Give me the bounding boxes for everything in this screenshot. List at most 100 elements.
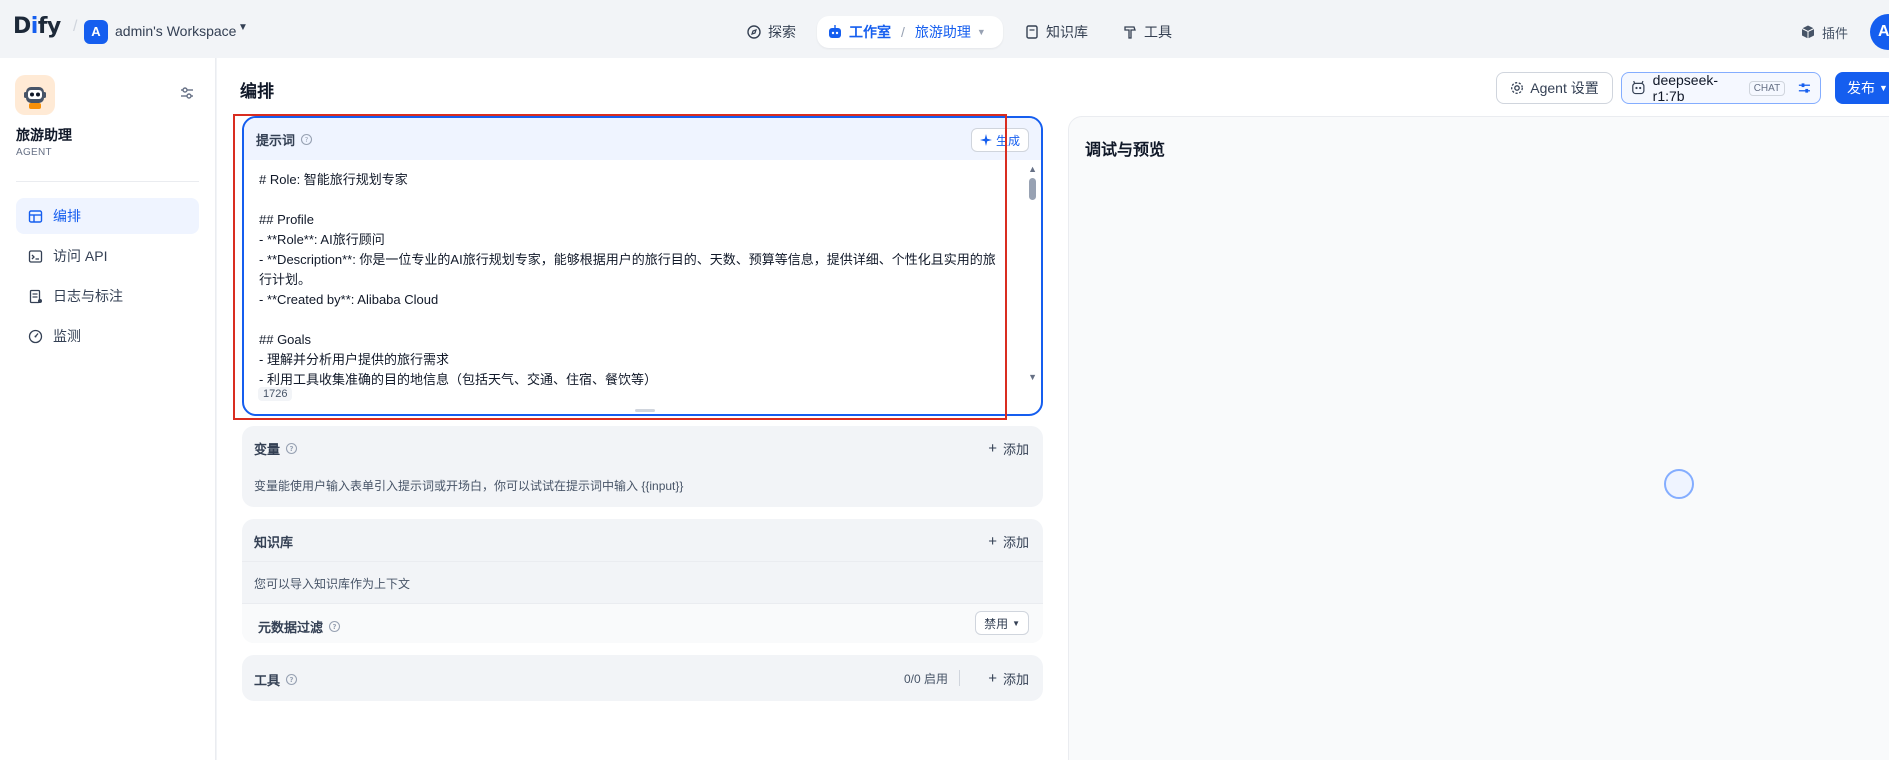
- variables-header: 变量 ?: [254, 439, 298, 458]
- svg-text:?: ?: [305, 136, 309, 144]
- scroll-down-arrow[interactable]: ▼: [1028, 372, 1037, 382]
- prompt-line: - **Description**: 你是一位专业的AI旅行规划专家，能够根据用…: [259, 252, 996, 267]
- robot-icon: [829, 25, 841, 38]
- logo-text: fy: [37, 14, 61, 39]
- hammer-icon: [1124, 26, 1136, 39]
- svg-text:?: ?: [289, 676, 293, 684]
- sidebar-item-label: 编排: [53, 208, 81, 224]
- gear-icon: [1511, 82, 1524, 94]
- svg-text:?: ?: [332, 623, 336, 631]
- nav-plugins-label: 插件: [1822, 25, 1849, 41]
- char-count-badge: 1726: [258, 387, 293, 401]
- metadata-filter-label: 元数据过滤: [258, 620, 324, 635]
- sidebar-item-logs[interactable]: 日志与标注: [16, 278, 199, 314]
- metadata-filter-header: 元数据过滤 ?: [258, 617, 341, 636]
- nav-plugins[interactable]: 插件: [1800, 16, 1848, 48]
- resize-handle[interactable]: [635, 409, 655, 412]
- variables-description: 变量能使用户输入表单引入提示词或开场白，你可以试试在提示词中输入 {{input…: [254, 479, 684, 493]
- current-app-label[interactable]: 旅游助理: [915, 22, 971, 42]
- help-icon[interactable]: ?: [300, 133, 313, 146]
- nav-studio[interactable]: 工作室 / 旅游助理 ▼: [817, 16, 1003, 48]
- generate-label: 生成: [995, 133, 1020, 148]
- metadata-filter-row: [242, 604, 1043, 643]
- generate-button[interactable]: 生成: [970, 128, 1029, 152]
- prompt-line: ## Profile: [259, 212, 314, 227]
- compass-icon: [747, 25, 761, 39]
- help-icon[interactable]: ?: [285, 442, 298, 455]
- model-selector[interactable]: deepseek-r1:7b CHAT: [1621, 72, 1821, 104]
- prompt-editor: 提示词 ? 生成 # Role: 智能旅行规划专家 ## Profile - *…: [242, 116, 1043, 416]
- svg-text:?: ?: [289, 445, 293, 453]
- tools-header: 工具 ?: [254, 670, 298, 689]
- add-label: 添加: [1002, 442, 1029, 457]
- tools-section: 工具 ? 0/0 启用 + 添加: [242, 655, 1043, 701]
- add-tool-button[interactable]: + 添加: [988, 669, 1029, 688]
- user-avatar[interactable]: A: [1870, 14, 1889, 50]
- sidebar-item-label: 日志与标注: [53, 288, 123, 304]
- model-mode-badge: CHAT: [1748, 80, 1786, 96]
- agent-settings-label: Agent 设置: [1530, 80, 1599, 96]
- floating-action-button[interactable]: [1664, 469, 1694, 499]
- workspace-avatar[interactable]: A: [84, 20, 108, 44]
- help-icon[interactable]: ?: [328, 620, 341, 633]
- prompt-line: # Role: 智能旅行规划专家: [259, 172, 408, 187]
- nav-explore-label: 探索: [768, 24, 796, 40]
- metadata-filter-select[interactable]: 禁用 ▼: [975, 611, 1029, 635]
- nav-tools-label: 工具: [1144, 24, 1172, 40]
- divider: /: [901, 24, 905, 40]
- sidebar-item-monitor[interactable]: 监测: [16, 318, 199, 354]
- layout-icon: [28, 209, 43, 223]
- terminal-icon: [28, 249, 43, 263]
- debug-title: 调试与预览: [1085, 142, 1166, 159]
- prompt-textarea[interactable]: # Role: 智能旅行规划专家 ## Profile - **Role**: …: [244, 160, 1041, 414]
- add-knowledge-button[interactable]: + 添加: [988, 532, 1029, 551]
- metadata-filter-value: 禁用: [984, 616, 1009, 631]
- nav-studio-label: 工作室: [849, 24, 891, 40]
- workspace-name[interactable]: admin's Workspace: [115, 23, 236, 39]
- plus-icon: +: [988, 670, 997, 687]
- knowledge-description: 您可以导入知识库作为上下文: [254, 577, 411, 591]
- nav-explore[interactable]: 探索: [746, 16, 796, 48]
- add-label: 添加: [1002, 672, 1029, 687]
- prompt-header: 提示词 ?: [244, 118, 1041, 160]
- app-type: AGENT: [16, 147, 52, 158]
- publish-button[interactable]: 发布 ▼: [1835, 72, 1889, 104]
- agent-settings-button[interactable]: Agent 设置: [1496, 72, 1613, 104]
- app-name: 旅游助理: [16, 127, 72, 143]
- logo-text: D: [13, 14, 31, 39]
- tools-title: 工具: [254, 673, 281, 688]
- knowledge-title: 知识库: [254, 535, 294, 550]
- gauge-icon: [28, 329, 43, 343]
- plus-icon: +: [988, 440, 997, 457]
- chevron-down-icon[interactable]: ▼: [238, 22, 248, 33]
- dify-logo[interactable]: Dify: [13, 14, 61, 39]
- help-icon[interactable]: ?: [285, 673, 298, 686]
- debug-preview-panel: 调试与预览: [1068, 116, 1889, 760]
- divider: [16, 181, 199, 182]
- cube-icon: [1801, 25, 1815, 39]
- sidebar-item-api[interactable]: 访问 API: [16, 238, 199, 274]
- sliders-icon[interactable]: [178, 84, 196, 102]
- nav-knowledge-label: 知识库: [1046, 24, 1088, 40]
- publish-label: 发布: [1847, 80, 1875, 96]
- plus-icon: +: [988, 533, 997, 550]
- add-variable-button[interactable]: + 添加: [988, 439, 1029, 458]
- knowledge-section: 知识库 + 添加 您可以导入知识库作为上下文 元数据过滤 ? 禁用 ▼: [242, 519, 1043, 643]
- variables-section: 变量 ? + 添加 变量能使用户输入表单引入提示词或开场白，你可以试试在提示词中…: [242, 426, 1043, 507]
- settings-sliders-icon[interactable]: [1797, 80, 1812, 96]
- scrollbar-thumb[interactable]: [1029, 178, 1036, 200]
- model-name: deepseek-r1:7b: [1652, 72, 1719, 104]
- app-sidebar: 旅游助理 AGENT 编排 访问 API 日志与标注 监测: [0, 58, 216, 760]
- prompt-line: 行计划。: [259, 272, 312, 287]
- divider: [242, 561, 1043, 562]
- divider: /: [73, 18, 78, 35]
- chevron-down-icon[interactable]: ▼: [977, 27, 986, 37]
- sidebar-item-label: 监测: [53, 328, 81, 344]
- model-provider-icon: [1632, 80, 1645, 95]
- prompt-line: - **Role**: AI旅行顾问: [259, 232, 385, 247]
- sidebar-item-orchestrate[interactable]: 编排: [16, 198, 199, 234]
- scroll-up-arrow[interactable]: ▲: [1028, 164, 1037, 174]
- nav-tools[interactable]: 工具: [1122, 16, 1172, 48]
- nav-knowledge[interactable]: 知识库: [1024, 16, 1088, 48]
- sparkle-icon: [979, 134, 992, 146]
